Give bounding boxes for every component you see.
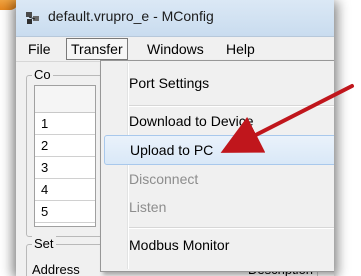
- menu-file[interactable]: File: [24, 40, 55, 58]
- menu-item-upload-to-pc[interactable]: Upload to PC: [104, 135, 334, 165]
- grid-row[interactable]: 2: [35, 135, 95, 157]
- menu-item-download-to-device[interactable]: Download to Device: [127, 107, 334, 135]
- grid-header: [35, 86, 95, 113]
- menu-help[interactable]: Help: [222, 40, 259, 58]
- grid-row[interactable]: 3: [35, 157, 95, 179]
- column-header-address[interactable]: Address: [32, 262, 80, 276]
- grid-row[interactable]: 1: [35, 113, 95, 135]
- window-title: default.vrupro_e - MConfig: [48, 8, 214, 24]
- menu-bar: File Transfer Windows Help: [16, 37, 334, 62]
- app-icon: [26, 12, 39, 24]
- connections-grid[interactable]: 1 2 3 4 5: [34, 85, 96, 227]
- settings-group-label: Set: [32, 236, 56, 251]
- app-window: default.vrupro_e - MConfig File Transfer…: [16, 0, 334, 276]
- menu-item-disconnect: Disconnect: [129, 171, 199, 187]
- menu-item-listen: Listen: [129, 199, 167, 215]
- menu-item-modbus-monitor[interactable]: Modbus Monitor: [127, 231, 334, 259]
- grid-row[interactable]: 5: [35, 201, 95, 223]
- transfer-menu-dropdown: Port Settings Download to Device Upload …: [100, 60, 334, 272]
- menu-separator: [129, 227, 334, 229]
- menu-windows[interactable]: Windows: [143, 40, 208, 58]
- title-bar: default.vrupro_e - MConfig: [16, 0, 334, 37]
- grid-row[interactable]: 4: [35, 179, 95, 201]
- menu-item-port-settings[interactable]: Port Settings: [127, 69, 334, 97]
- menu-transfer[interactable]: Transfer: [66, 38, 128, 60]
- connections-group-label: Co: [32, 67, 53, 82]
